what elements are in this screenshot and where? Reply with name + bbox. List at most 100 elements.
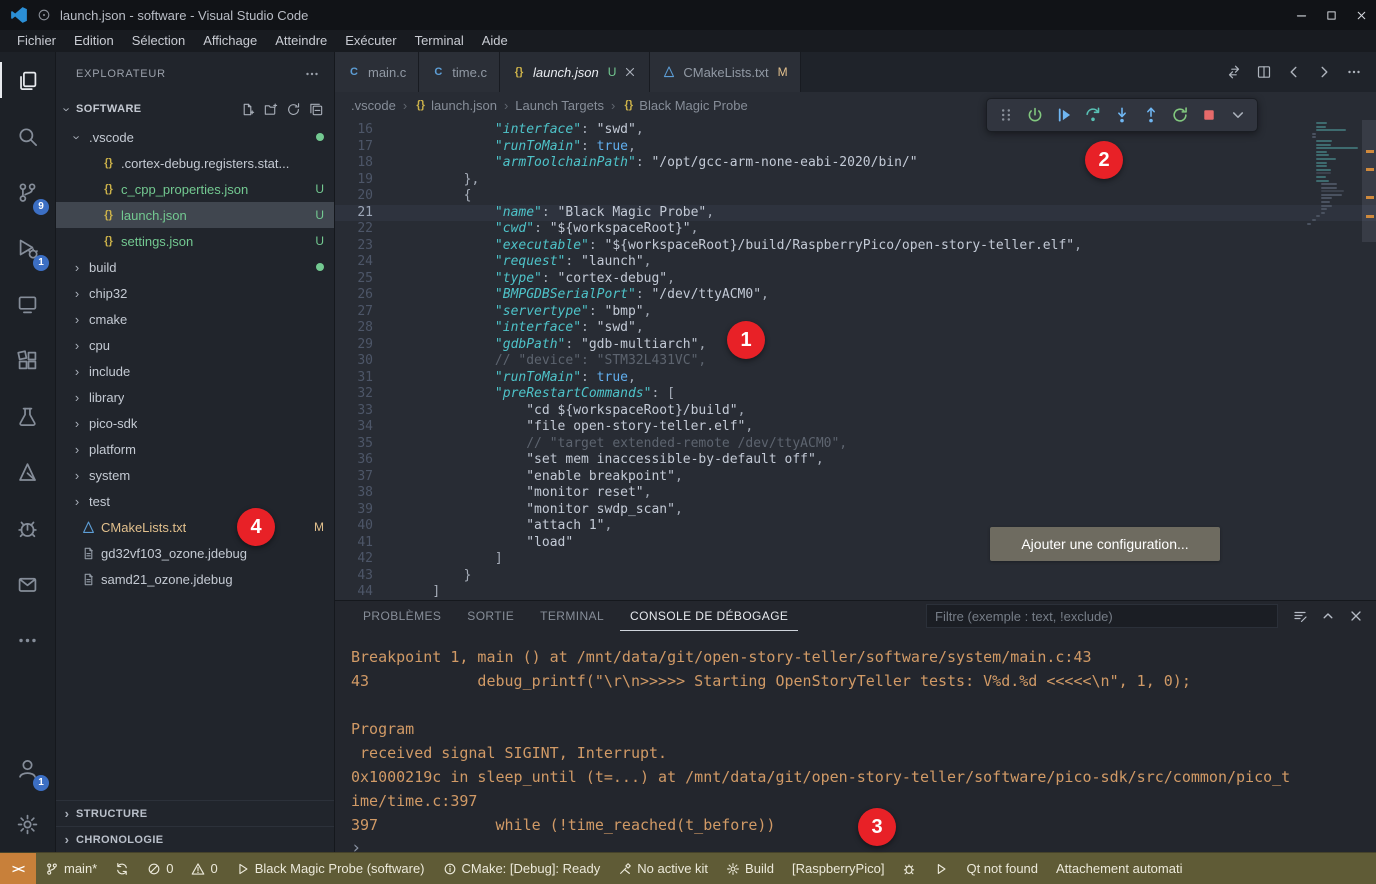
section-structure[interactable]: STRUCTURE bbox=[56, 800, 334, 826]
more-icon[interactable] bbox=[1346, 64, 1362, 80]
status-0[interactable]: 0 bbox=[182, 853, 226, 884]
tree-item-cortex-debug-registers-stat[interactable]: {}.cortex-debug.registers.stat... bbox=[56, 150, 334, 176]
more-actions-icon[interactable] bbox=[304, 66, 320, 82]
json-braces-icon: {} bbox=[101, 156, 116, 171]
status-no-active-kit[interactable]: No active kit bbox=[609, 853, 717, 884]
tab-launch-json[interactable]: {}launch.jsonU bbox=[500, 52, 650, 92]
menu-terminal[interactable]: Terminal bbox=[406, 30, 473, 52]
activity-search[interactable] bbox=[0, 108, 55, 164]
tree-item-launch-json[interactable]: {}launch.jsonU bbox=[56, 202, 334, 228]
tab-time-c[interactable]: Ctime.c bbox=[419, 52, 500, 92]
tree-item-chip32[interactable]: chip32 bbox=[56, 280, 334, 306]
tree-item-pico-sdk[interactable]: pico-sdk bbox=[56, 410, 334, 436]
step-over-icon[interactable] bbox=[1084, 106, 1102, 124]
menu-ex-cuter[interactable]: Exécuter bbox=[336, 30, 405, 52]
activity-more[interactable] bbox=[0, 612, 55, 668]
tree-item-build[interactable]: build bbox=[56, 254, 334, 280]
tree-item-test[interactable]: test bbox=[56, 488, 334, 514]
chevron-down-icon[interactable] bbox=[1229, 106, 1247, 124]
section-header-software[interactable]: SOFTWARE bbox=[56, 96, 334, 122]
breadcrumb-launch-json[interactable]: {}launch.json bbox=[414, 98, 497, 113]
breadcrumb-black-magic-probe[interactable]: {}Black Magic Probe bbox=[622, 98, 747, 113]
activity-bug-tool[interactable] bbox=[0, 500, 55, 556]
maximize-button[interactable] bbox=[1316, 0, 1346, 30]
status-bug[interactable] bbox=[893, 853, 925, 884]
activity-mail[interactable] bbox=[0, 556, 55, 612]
menu-atteindre[interactable]: Atteindre bbox=[266, 30, 336, 52]
menu-edition[interactable]: Edition bbox=[65, 30, 123, 52]
tree-item-gd32vf103-ozone-jdebug[interactable]: gd32vf103_ozone.jdebug bbox=[56, 540, 334, 566]
restart-icon[interactable] bbox=[1171, 106, 1189, 124]
activity-account[interactable]: 1 bbox=[0, 740, 55, 796]
panel-tab-probl-mes[interactable]: PROBLÈMES bbox=[353, 601, 451, 631]
tree-item-settings-json[interactable]: {}settings.jsonU bbox=[56, 228, 334, 254]
status-qt-not-found[interactable]: Qt not found bbox=[957, 853, 1047, 884]
status-sync[interactable] bbox=[106, 853, 138, 884]
stop-icon[interactable] bbox=[1200, 106, 1218, 124]
new-file-icon[interactable] bbox=[240, 102, 255, 117]
filter-input[interactable] bbox=[926, 604, 1278, 628]
tree-item-library[interactable]: library bbox=[56, 384, 334, 410]
close-icon[interactable] bbox=[1348, 608, 1364, 624]
status-main[interactable]: main* bbox=[36, 853, 106, 884]
minimize-button[interactable] bbox=[1286, 0, 1316, 30]
breadcrumb-vscode[interactable]: .vscode bbox=[351, 98, 396, 113]
activity-test-beaker[interactable] bbox=[0, 388, 55, 444]
status-raspberrypico[interactable]: [RaspberryPico] bbox=[783, 853, 893, 884]
status-black-magic-probe-software[interactable]: Black Magic Probe (software) bbox=[227, 853, 434, 884]
tab-main-c[interactable]: Cmain.c bbox=[335, 52, 419, 92]
split-editor-icon[interactable] bbox=[1256, 64, 1272, 80]
clear-console-icon[interactable] bbox=[1292, 608, 1308, 624]
step-out-icon[interactable] bbox=[1142, 106, 1160, 124]
nav-forward-icon[interactable] bbox=[1316, 64, 1332, 80]
minimap[interactable] bbox=[1302, 122, 1360, 226]
close-button[interactable] bbox=[1346, 0, 1376, 30]
status-cmake-debug-ready[interactable]: CMake: [Debug]: Ready bbox=[434, 853, 610, 884]
menu-fichier[interactable]: Fichier bbox=[8, 30, 65, 52]
open-changes-icon[interactable] bbox=[1226, 64, 1242, 80]
status-play[interactable] bbox=[925, 853, 957, 884]
activity-extensions[interactable] bbox=[0, 332, 55, 388]
scrollbar[interactable] bbox=[1362, 120, 1376, 242]
power-icon[interactable] bbox=[1026, 106, 1044, 124]
tree-item-cmake[interactable]: cmake bbox=[56, 306, 334, 332]
status-remote[interactable]: >< bbox=[0, 853, 36, 884]
activity-source-control[interactable]: 9 bbox=[0, 164, 55, 220]
close-icon[interactable] bbox=[623, 65, 637, 79]
add-configuration-button[interactable]: Ajouter une configuration... bbox=[990, 527, 1220, 561]
menu-s-lection[interactable]: Sélection bbox=[123, 30, 194, 52]
activity-files[interactable] bbox=[0, 52, 55, 108]
panel-tab-sortie[interactable]: SORTIE bbox=[457, 601, 524, 631]
panel-tab-console-de-d-bogage[interactable]: CONSOLE DE DÉBOGAGE bbox=[620, 601, 798, 631]
collapse-all-icon[interactable] bbox=[309, 102, 324, 117]
console-input-row[interactable]: › bbox=[335, 837, 1376, 852]
tree-item-cpu[interactable]: cpu bbox=[56, 332, 334, 358]
more-icon[interactable] bbox=[806, 608, 822, 624]
panel-tab-terminal[interactable]: TERMINAL bbox=[530, 601, 614, 631]
activity-cmake[interactable] bbox=[0, 444, 55, 500]
tree-item-cmakelists-txt[interactable]: CMakeLists.txtM bbox=[56, 514, 334, 540]
section-chronologie[interactable]: CHRONOLOGIE bbox=[56, 826, 334, 852]
refresh-icon[interactable] bbox=[286, 102, 301, 117]
tree-item-system[interactable]: system bbox=[56, 462, 334, 488]
tree-item-c-cpp-properties-json[interactable]: {}c_cpp_properties.jsonU bbox=[56, 176, 334, 202]
tree-item-platform[interactable]: platform bbox=[56, 436, 334, 462]
tree-item-samd21-ozone-jdebug[interactable]: samd21_ozone.jdebug bbox=[56, 566, 334, 592]
nav-back-icon[interactable] bbox=[1286, 64, 1302, 80]
status-0[interactable]: 0 bbox=[138, 853, 182, 884]
menu-aide[interactable]: Aide bbox=[473, 30, 517, 52]
tree-item-vscode[interactable]: .vscode bbox=[56, 124, 334, 150]
status-build[interactable]: Build bbox=[717, 853, 783, 884]
status-attachement-automati[interactable]: Attachement automati bbox=[1047, 853, 1191, 884]
step-into-icon[interactable] bbox=[1113, 106, 1131, 124]
activity-settings-gear[interactable] bbox=[0, 796, 55, 852]
tab-cmakelists-txt[interactable]: CMakeLists.txtM bbox=[650, 52, 800, 92]
tree-item-include[interactable]: include bbox=[56, 358, 334, 384]
menu-affichage[interactable]: Affichage bbox=[194, 30, 266, 52]
breadcrumb-launch-targets[interactable]: Launch Targets bbox=[515, 98, 604, 113]
new-folder-icon[interactable] bbox=[263, 102, 278, 117]
continue-icon[interactable] bbox=[1055, 106, 1073, 124]
activity-run-debug[interactable]: 1 bbox=[0, 220, 55, 276]
activity-remote-explorer[interactable] bbox=[0, 276, 55, 332]
chevron-up-icon[interactable] bbox=[1320, 608, 1336, 624]
